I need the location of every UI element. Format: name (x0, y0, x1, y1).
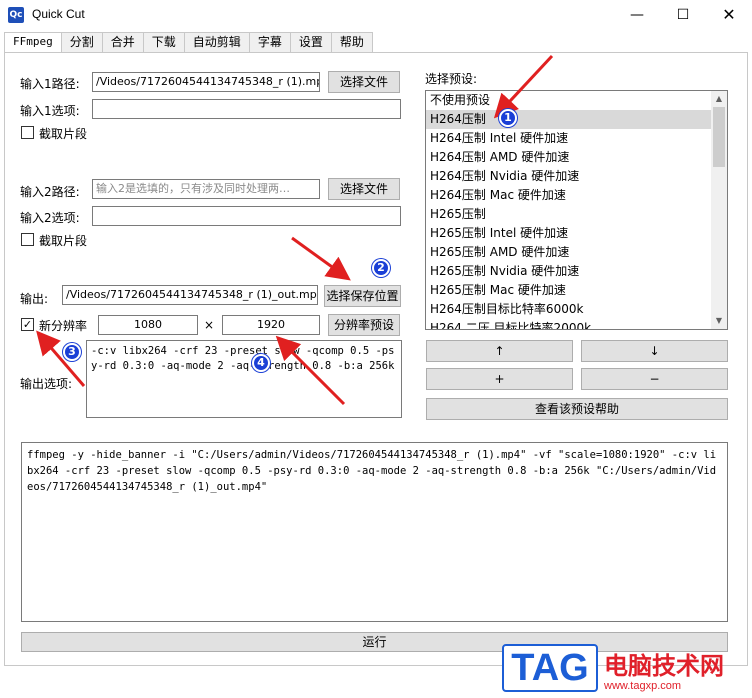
annotation-badge-3: 3 (63, 343, 81, 361)
resolution-width-field[interactable]: 1080 (98, 315, 198, 335)
preset-item[interactable]: H265压制 AMD 硬件加速 (426, 243, 713, 262)
preset-item[interactable]: H264压制 (426, 110, 713, 129)
close-button[interactable]: ✕ (706, 0, 752, 30)
output-path-field[interactable]: /Videos/7172604544134745348_r (1)_out.mp… (62, 285, 318, 305)
window-title: Quick Cut (32, 7, 85, 21)
preset-list[interactable]: 不使用预设 H264压制 H264压制 Intel 硬件加速 H264压制 AM… (425, 90, 728, 330)
annotation-badge-2: 2 (372, 259, 390, 277)
input2-options-label: 输入2选项: (20, 211, 80, 225)
output-label: 输出: (20, 292, 49, 306)
scroll-down-icon[interactable]: ▼ (711, 313, 727, 329)
input2-path-field[interactable]: 输入2是选填的，只有涉及同时处理两… (92, 179, 320, 199)
tab-download[interactable]: 下载 (142, 32, 185, 52)
preset-item[interactable]: H264压制 Intel 硬件加速 (426, 129, 713, 148)
resolution-height-field[interactable]: 1920 (222, 315, 320, 335)
preset-label: 选择预设: (425, 72, 478, 86)
preset-help-button[interactable]: 查看该预设帮助 (426, 398, 728, 420)
output-options-label: 输出选项: (20, 377, 73, 391)
preset-move-up-button[interactable]: ↑ (426, 340, 573, 362)
input2-clip-checkbox[interactable] (21, 233, 34, 246)
tab-merge[interactable]: 合并 (101, 32, 144, 52)
preset-remove-button[interactable]: − (581, 368, 728, 390)
input2-clip-label: 截取片段 (39, 234, 88, 248)
watermark-text: 电脑技术网 (604, 652, 724, 680)
tab-subtitles[interactable]: 字幕 (248, 32, 291, 52)
tab-split[interactable]: 分割 (60, 32, 103, 52)
preset-item[interactable]: H265压制 Nvidia 硬件加速 (426, 262, 713, 281)
maximize-button[interactable]: ☐ (660, 0, 706, 30)
title-bar: Qc Quick Cut — ☐ ✕ (0, 0, 752, 30)
preset-item[interactable]: H265压制 (426, 205, 713, 224)
resolution-preset-button[interactable]: 分辨率预设 (328, 314, 400, 336)
minimize-button[interactable]: — (614, 0, 660, 30)
preset-item[interactable]: 不使用预设 (426, 91, 713, 110)
preset-item[interactable]: H264压制 Mac 硬件加速 (426, 186, 713, 205)
preset-item[interactable]: H265压制 Mac 硬件加速 (426, 281, 713, 300)
watermark-url: www.tagxp.com (604, 680, 682, 692)
output-options-textarea[interactable]: -c:v libx264 -crf 23 -preset slow -qcomp… (86, 340, 402, 418)
preset-item[interactable]: H264压制 Nvidia 硬件加速 (426, 167, 713, 186)
input1-clip-label: 截取片段 (39, 127, 88, 141)
scroll-up-icon[interactable]: ▲ (711, 91, 727, 107)
preset-item[interactable]: H264压制目标比特率6000k (426, 300, 713, 319)
input1-clip-checkbox[interactable] (21, 126, 34, 139)
preset-scrollbar[interactable]: ▲ ▼ (711, 91, 727, 329)
tab-auto-edit[interactable]: 自动剪辑 (183, 32, 250, 52)
input2-path-label: 输入2路径: (20, 185, 80, 199)
input1-path-label: 输入1路径: (20, 77, 80, 91)
input1-path-field[interactable]: /Videos/7172604544134745348_r (1).mp4 (92, 72, 320, 92)
preset-item[interactable]: H265压制 Intel 硬件加速 (426, 224, 713, 243)
input1-options-label: 输入1选项: (20, 104, 80, 118)
scroll-thumb[interactable] (713, 107, 725, 167)
command-preview[interactable]: ffmpeg -y -hide_banner -i "C:/Users/admi… (21, 442, 728, 622)
watermark-logo: TAG (502, 644, 598, 692)
new-resolution-label: 新分辨率 (39, 319, 88, 333)
annotation-badge-4: 4 (252, 354, 270, 372)
tab-bar: FFmpeg 分割 合并 下载 自动剪辑 字幕 设置 帮助 (4, 32, 373, 53)
annotation-badge-1: 1 (499, 109, 517, 127)
input2-options-field[interactable] (92, 206, 401, 226)
tab-ffmpeg[interactable]: FFmpeg (4, 32, 62, 53)
input1-browse-button[interactable]: 选择文件 (328, 71, 400, 93)
choose-save-location-button[interactable]: 选择保存位置 (324, 285, 401, 307)
preset-move-down-button[interactable]: ↓ (581, 340, 728, 362)
preset-add-button[interactable]: + (426, 368, 573, 390)
tab-help[interactable]: 帮助 (330, 32, 373, 52)
app-icon: Qc (8, 7, 24, 23)
tab-settings[interactable]: 设置 (289, 32, 332, 52)
input1-options-field[interactable] (92, 99, 401, 119)
new-resolution-checkbox[interactable]: ✓ (21, 318, 34, 331)
input2-browse-button[interactable]: 选择文件 (328, 178, 400, 200)
preset-item[interactable]: H264压制 AMD 硬件加速 (426, 148, 713, 167)
preset-item[interactable]: H264 二压 目标比特率2000k (426, 319, 713, 329)
resolution-times-sign: × (204, 318, 215, 332)
